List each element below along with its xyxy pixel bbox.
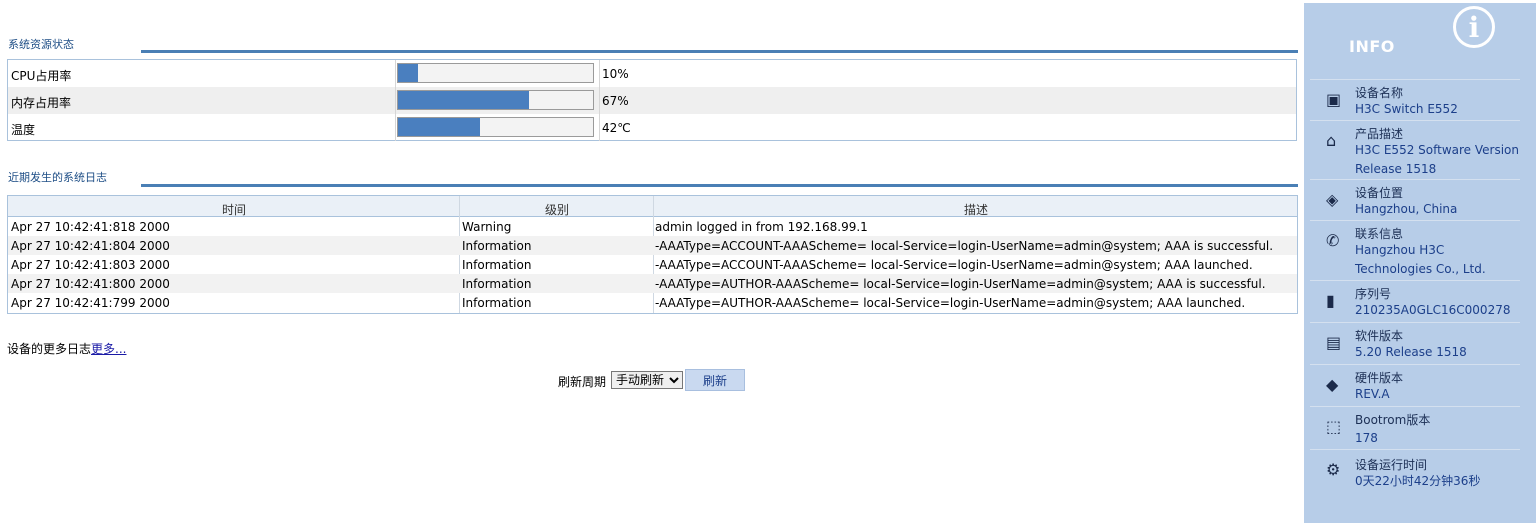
info-label: 设备运行时间 <box>1355 458 1428 472</box>
log-time: Apr 27 10:42:41:800 2000 <box>11 277 170 291</box>
column-divider <box>599 114 600 141</box>
column-header-desc: 描述 <box>964 203 989 217</box>
resource-value: 10% <box>602 67 629 81</box>
info-label: 硬件版本 <box>1355 371 1404 385</box>
software-icon: ▤ <box>1326 333 1342 352</box>
info-panel: INFO i ▣ 设备名称 H3C Switch E552 ⌂ 产品描述 H3C… <box>1304 3 1536 523</box>
memory-usage-bar-fill <box>398 91 529 109</box>
log-time: Apr 27 10:42:41:818 2000 <box>11 220 170 234</box>
info-label: 设备名称 <box>1355 86 1404 100</box>
title-divider <box>141 50 1298 53</box>
info-value: Hangzhou, China <box>1355 202 1458 216</box>
table-row: Apr 27 10:42:41:799 2000 Information -AA… <box>8 293 1297 312</box>
uptime-icon: ⚙ <box>1326 460 1341 479</box>
info-label: 软件版本 <box>1355 329 1404 343</box>
resource-row-memory: 内存占用率 67% <box>8 87 1296 114</box>
column-divider <box>599 60 600 87</box>
info-item-contact: ✆ 联系信息 Hangzhou H3C Technologies Co., Lt… <box>1310 220 1520 279</box>
info-item-serial: ▮ 序列号 210235A0GLC16C000278 <box>1310 280 1520 321</box>
table-row: Apr 27 10:42:41:804 2000 Information -AA… <box>8 236 1297 255</box>
column-divider <box>599 87 600 114</box>
log-section-title: 近期发生的系统日志 <box>8 171 107 184</box>
info-item-uptime: ⚙ 设备运行时间 0天22小时42分钟36秒 <box>1310 449 1520 496</box>
resource-row-temperature: 温度 42℃ <box>8 114 1296 141</box>
info-item-hardware: ◆ 硬件版本 REV.A <box>1310 364 1520 405</box>
product-icon: ⌂ <box>1326 131 1337 150</box>
info-value: Hangzhou H3C Technologies Co., Ltd. <box>1355 243 1486 276</box>
temperature-bar <box>397 117 594 137</box>
resource-label: 温度 <box>11 123 36 137</box>
table-row: Apr 27 10:42:41:803 2000 Information -AA… <box>8 255 1297 274</box>
title-divider <box>141 184 1298 187</box>
info-item-bootrom: ⬚ Bootrom版本 178 <box>1310 406 1520 447</box>
log-table: 时间 级别 描述 Apr 27 10:42:41:818 2000 Warnin… <box>7 195 1298 314</box>
log-level: Information <box>462 239 532 253</box>
info-item-product-desc: ⌂ 产品描述 H3C E552 Software Version Release… <box>1310 120 1520 179</box>
info-label: 设备位置 <box>1355 186 1404 200</box>
table-row: Apr 27 10:42:41:818 2000 Warning admin l… <box>8 217 1297 236</box>
more-logs-text: 设备的更多日志 <box>7 342 92 356</box>
resource-value: 42℃ <box>602 121 631 135</box>
log-desc: -AAAType=AUTHOR-AAAScheme= local-Service… <box>655 277 1266 291</box>
log-desc: admin logged in from 192.168.99.1 <box>655 220 868 234</box>
log-level: Warning <box>462 220 512 234</box>
log-level: Information <box>462 296 532 310</box>
switch-icon: ▣ <box>1326 90 1342 109</box>
log-desc: -AAAType=AUTHOR-AAAScheme= local-Service… <box>655 296 1246 310</box>
info-icon: i <box>1453 6 1495 48</box>
resource-label: 内存占用率 <box>11 96 72 110</box>
location-icon: ◈ <box>1326 190 1339 209</box>
memory-usage-bar <box>397 90 594 110</box>
hardware-icon: ◆ <box>1326 375 1339 394</box>
info-item-device-name: ▣ 设备名称 H3C Switch E552 <box>1310 79 1520 120</box>
info-value: 5.20 Release 1518 <box>1355 345 1467 359</box>
info-value: REV.A <box>1355 387 1390 401</box>
info-item-location: ◈ 设备位置 Hangzhou, China <box>1310 179 1520 220</box>
resource-table: CPU占用率 10% 内存占用率 67% 温度 42℃ <box>7 59 1297 141</box>
info-label: Bootrom版本 <box>1355 413 1431 427</box>
info-value: 210235A0GLC16C000278 <box>1355 303 1511 317</box>
column-header-time: 时间 <box>222 203 247 217</box>
log-time: Apr 27 10:42:41:804 2000 <box>11 239 170 253</box>
contact-icon: ✆ <box>1326 231 1340 250</box>
cpu-usage-bar <box>397 63 594 83</box>
info-value: 0天22小时42分钟36秒 <box>1355 474 1481 488</box>
log-desc: -AAAType=ACCOUNT-AAAScheme= local-Servic… <box>655 258 1253 272</box>
log-level: Information <box>462 277 532 291</box>
column-divider <box>395 60 396 87</box>
log-time: Apr 27 10:42:41:803 2000 <box>11 258 170 272</box>
bootrom-icon: ⬚ <box>1326 417 1342 436</box>
info-value: H3C E552 Software Version Release 1518 <box>1355 143 1519 176</box>
refresh-button[interactable]: 刷新 <box>685 369 745 391</box>
info-value: H3C Switch E552 <box>1355 102 1458 116</box>
resource-section-title: 系统资源状态 <box>8 38 74 51</box>
log-time: Apr 27 10:42:41:799 2000 <box>11 296 170 310</box>
info-label: 序列号 <box>1355 287 1392 301</box>
resource-row-cpu: CPU占用率 10% <box>8 60 1296 87</box>
refresh-period-select[interactable]: 手动刷新 <box>611 371 683 389</box>
resource-value: 67% <box>602 94 629 108</box>
info-value: 178 <box>1355 431 1378 445</box>
log-desc: -AAAType=ACCOUNT-AAAScheme= local-Servic… <box>655 239 1274 253</box>
temperature-bar-fill <box>398 118 480 136</box>
info-label: 产品描述 <box>1355 127 1404 141</box>
resource-label: CPU占用率 <box>11 69 72 83</box>
info-item-software: ▤ 软件版本 5.20 Release 1518 <box>1310 322 1520 363</box>
log-level: Information <box>462 258 532 272</box>
serial-icon: ▮ <box>1326 291 1335 310</box>
column-header-level: 级别 <box>545 203 570 217</box>
cpu-usage-bar-fill <box>398 64 418 82</box>
refresh-period-label: 刷新周期 <box>558 375 607 389</box>
info-label: 联系信息 <box>1355 227 1404 241</box>
more-logs-line: 设备的更多日志更多... <box>7 340 126 357</box>
column-divider <box>395 114 396 141</box>
main-content: 系统资源状态 CPU占用率 10% 内存占用率 67% 温度 42℃ 近期发生的… <box>0 0 1300 523</box>
column-divider <box>395 87 396 114</box>
table-row: Apr 27 10:42:41:800 2000 Information -AA… <box>8 274 1297 293</box>
info-title: INFO <box>1349 37 1395 56</box>
more-logs-link[interactable]: 更多... <box>91 342 126 356</box>
